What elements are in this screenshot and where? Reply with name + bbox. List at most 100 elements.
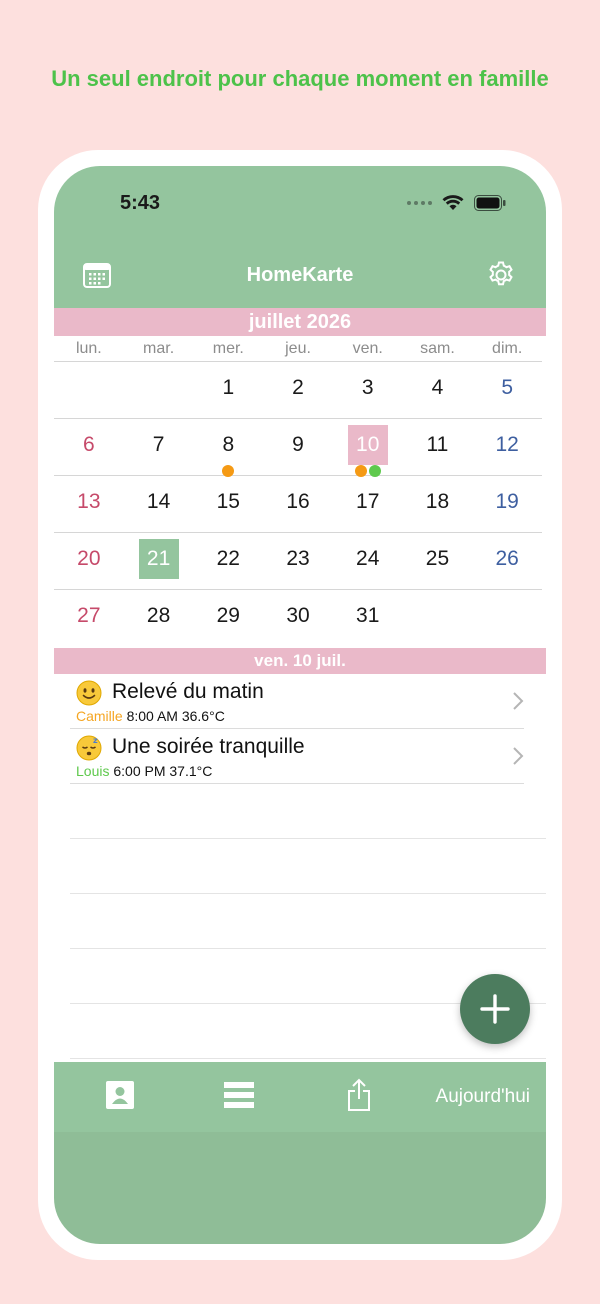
calendar-day[interactable]: 2: [263, 362, 333, 418]
status-time: 5:43: [120, 192, 161, 214]
profile-tab[interactable]: [105, 1080, 135, 1115]
calendar-day[interactable]: 26: [472, 533, 542, 589]
weekday-label: sam.: [420, 340, 455, 357]
settings-button[interactable]: [486, 260, 516, 295]
calendar-day-number: 15: [216, 490, 240, 513]
calendar-day-number: 8: [222, 433, 235, 456]
share-icon: [348, 1078, 370, 1111]
wifi-icon: [442, 195, 464, 210]
selected-date-header: ven. 10 juil.: [54, 648, 546, 674]
calendar-day-number: 11: [426, 433, 449, 456]
entry-meta: Louis 6:00 PM 37.1°C: [76, 763, 212, 779]
calendar-empty-cell: [124, 362, 194, 418]
list-item[interactable]: z Une soirée tranquille Louis 6:00 PM 37…: [70, 729, 524, 784]
calendar-day[interactable]: 13: [54, 476, 124, 532]
sleep-emoji-icon: z: [76, 735, 102, 761]
entry-time: 8:00 AM: [126, 708, 178, 724]
entry-title: Une soirée tranquille: [112, 735, 305, 758]
calendar-day-number: 3: [361, 376, 374, 399]
weekday-label: lun.: [75, 340, 102, 357]
calendar-day[interactable]: 21: [124, 533, 194, 589]
calendar-day-number: 29: [216, 604, 240, 627]
calendar-day[interactable]: 28: [124, 590, 194, 647]
calendar-day-number: 1: [222, 376, 235, 399]
calendar-day-number: 28: [146, 604, 171, 627]
calendar-day[interactable]: 9: [263, 419, 333, 475]
bottom-toolbar: Aujourd'hui: [54, 1062, 546, 1244]
calendar-day[interactable]: 25: [403, 533, 473, 589]
share-button[interactable]: [346, 1078, 372, 1117]
calendar-day-number: 27: [77, 604, 101, 627]
list-tab[interactable]: [224, 1082, 254, 1113]
weekday-label: ven.: [352, 340, 383, 357]
calendar-day[interactable]: 7: [124, 419, 194, 475]
smile-emoji-icon: [76, 680, 102, 706]
calendar-empty-cell: [403, 590, 473, 647]
calendar-day[interactable]: 22: [193, 533, 263, 589]
calendar-day-number: 2: [292, 376, 304, 399]
calendar-day[interactable]: 17: [333, 476, 403, 532]
calendar-grid: 1 2 3 4 5 6 7 8 9 10 11 12 13 14 15 16 17 18 19 20 21 22 23 24 2…: [54, 362, 542, 647]
calendar-day[interactable]: 5: [472, 362, 542, 418]
calendar-week-row: 20 21 22 23 24 25 26: [54, 533, 542, 590]
chevron-right-icon: [513, 692, 524, 710]
entry-temp: 37.1°C: [169, 763, 213, 779]
calendar-day[interactable]: 20: [54, 533, 124, 589]
weekday-label: jeu.: [285, 340, 311, 357]
calendar-day-number: 10: [347, 425, 388, 465]
calendar-day-number: 6: [83, 433, 95, 456]
calendar-day[interactable]: 29: [193, 590, 263, 647]
calendar-day-number: 14: [146, 490, 171, 513]
tagline: Un seul endroit pour chaque moment en fa…: [51, 66, 549, 91]
calendar-day[interactable]: 30: [263, 590, 333, 647]
calendar-day[interactable]: 19: [472, 476, 542, 532]
battery-icon: [474, 194, 506, 211]
weekday-label: dim.: [492, 340, 523, 357]
calendar-day-number: 20: [77, 547, 101, 570]
calendar-day-number: 21: [138, 539, 179, 579]
calendar-day[interactable]: 16: [263, 476, 333, 532]
add-entry-button[interactable]: [460, 974, 530, 1044]
month-label: juillet 2026: [54, 308, 546, 336]
calendar-day[interactable]: 4: [403, 362, 473, 418]
calendar-day[interactable]: 27: [54, 590, 124, 647]
calendar-day[interactable]: 31: [333, 590, 403, 647]
calendar-day[interactable]: 1: [193, 362, 263, 418]
calendar-week-row: 6 7 8 9 10 11 12: [54, 419, 542, 477]
calendar-day[interactable]: 10: [333, 419, 403, 477]
calendar-day[interactable]: 8: [193, 419, 263, 477]
calendar-day-number: 12: [495, 433, 519, 456]
entry-title: Relevé du matin: [112, 680, 264, 703]
list-item[interactable]: Relevé du matin Camille 8:00 AM 36.6°C: [70, 674, 524, 729]
empty-row: [70, 839, 546, 894]
gear-icon: [489, 261, 513, 286]
nav-bar: HomeKarte: [54, 254, 546, 298]
weekday-label: mar.: [143, 340, 175, 357]
calendar-day-number: 5: [501, 376, 514, 399]
calendar-day[interactable]: 15: [193, 476, 263, 532]
calendar-day[interactable]: 3: [333, 362, 403, 418]
calendar-day[interactable]: 12: [472, 419, 542, 475]
calendar-week-row: 13 14 15 16 17 18 19: [54, 476, 542, 533]
svg-text:z: z: [93, 736, 98, 745]
entry-temp: 36.6°C: [181, 708, 225, 724]
calendar-day[interactable]: 23: [263, 533, 333, 589]
app-title: HomeKarte: [246, 264, 354, 286]
weekday-header: lun. mar. mer. jeu. ven. sam. dim.: [54, 336, 542, 362]
person-card-icon: [106, 1081, 134, 1109]
calendar-day[interactable]: 18: [403, 476, 473, 532]
calendar-day-number: 9: [292, 433, 304, 456]
calendar-day[interactable]: 14: [124, 476, 194, 532]
calendar-day[interactable]: 24: [333, 533, 403, 589]
calendar-day[interactable]: 6: [54, 419, 124, 475]
phone-screen: 5:43 HomeKarte juillet 2026 lun. mar. me…: [54, 166, 546, 1244]
status-icons: [407, 194, 506, 211]
calendar-empty-cell: [54, 362, 124, 418]
calendar-day-number: 13: [77, 490, 101, 513]
today-button[interactable]: Aujourd'hui: [436, 1086, 530, 1108]
calendar-day-number: 22: [216, 547, 240, 570]
entry-person: Camille: [76, 708, 123, 724]
calendar-day[interactable]: 11: [403, 419, 473, 475]
calendar-day-number: 25: [425, 547, 450, 570]
calendar-day-number: 19: [495, 490, 519, 513]
